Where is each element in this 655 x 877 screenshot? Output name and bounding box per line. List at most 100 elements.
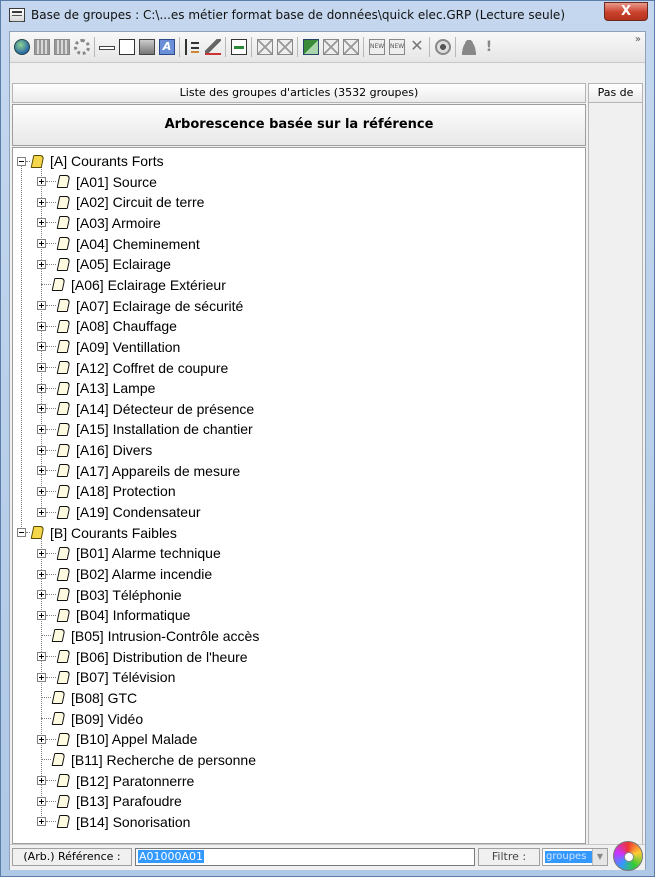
expand-icon[interactable]	[37, 590, 46, 600]
tree-node[interactable]: [B01] Alarme technique	[37, 543, 221, 563]
expand-icon[interactable]	[37, 610, 46, 620]
line-icon[interactable]	[99, 46, 115, 50]
tree-node[interactable]: [A14] Détecteur de présence	[37, 399, 254, 419]
group-edit-icon[interactable]	[54, 39, 70, 55]
tree-node[interactable]: [B03] Téléphonie	[37, 585, 182, 605]
side-column-header[interactable]: Pas de	[588, 83, 643, 103]
import-alt-icon[interactable]	[277, 39, 293, 55]
expand-icon[interactable]	[37, 466, 46, 476]
tree-node[interactable]: [B02] Alarme incendie	[37, 564, 212, 584]
tree-node[interactable]: [B06] Distribution de l'heure	[37, 647, 248, 667]
tree-node-label: [A15] Installation de chantier	[76, 421, 253, 438]
new-alt-icon[interactable]: NEW	[389, 39, 405, 55]
expand-icon[interactable]	[37, 672, 46, 682]
tree-node[interactable]: [B14] Sonorisation	[37, 812, 190, 832]
folder-open-icon	[30, 526, 45, 540]
tree-node[interactable]: [B10] Appel Malade	[37, 729, 197, 749]
edit-icon[interactable]	[205, 39, 221, 55]
tree-node[interactable]: [A16] Divers	[37, 440, 152, 460]
tree-node[interactable]: [B05] Intrusion-Contrôle accès	[37, 626, 259, 646]
expand-icon[interactable]	[37, 363, 46, 372]
tree-node[interactable]: [B13] Parafoudre	[37, 791, 182, 811]
warning-icon[interactable]: !	[481, 39, 497, 55]
globe-icon[interactable]	[14, 39, 30, 55]
expand-icon[interactable]	[37, 817, 46, 827]
disabled-alt-icon[interactable]	[343, 39, 359, 55]
tree-root-guide-line	[21, 165, 22, 533]
expand-icon[interactable]	[37, 239, 46, 249]
person-icon[interactable]	[461, 39, 477, 55]
tree-parent-node[interactable]: [A] Courants Forts	[17, 151, 164, 171]
title-bar[interactable]: Base de groupes : C:\...es métier format…	[1, 1, 654, 29]
tree-node[interactable]: [A03] Armoire	[37, 213, 161, 233]
list-header[interactable]: Liste des groupes d'articles (3532 group…	[12, 83, 586, 103]
tree-node[interactable]: [A04] Cheminement	[37, 234, 200, 254]
expand-icon[interactable]	[37, 776, 46, 785]
chevron-down-icon[interactable]: ▼	[592, 849, 607, 865]
expand-icon[interactable]	[37, 569, 46, 579]
tree-node[interactable]: [B08] GTC	[37, 688, 137, 708]
reference-input[interactable]: A01000A01	[135, 848, 475, 866]
tree-node[interactable]: [A18] Protection	[37, 481, 176, 501]
tree-node[interactable]: [B12] Paratonnerre	[37, 771, 194, 791]
expand-icon[interactable]	[37, 321, 46, 331]
format-icon[interactable]: A	[159, 39, 175, 55]
expand-icon[interactable]	[37, 301, 46, 311]
filter-select[interactable]: groupes ▼	[542, 848, 608, 866]
expand-icon[interactable]	[37, 404, 46, 414]
expand-icon[interactable]	[37, 197, 46, 207]
expand-icon[interactable]	[37, 259, 46, 269]
expand-icon[interactable]	[37, 652, 46, 662]
tree-parent-node[interactable]: [B] Courants Faibles	[17, 523, 177, 543]
tree-node[interactable]: [A06] Eclairage Extérieur	[37, 275, 226, 295]
expand-icon[interactable]	[37, 177, 46, 187]
tree-node[interactable]: [B04] Informatique	[37, 605, 190, 625]
box-dark-icon[interactable]	[139, 39, 155, 55]
expand-icon[interactable]	[37, 507, 46, 517]
tree-node[interactable]: [A17] Appareils de mesure	[37, 461, 240, 481]
tree-node[interactable]: [A05] Eclairage	[37, 254, 171, 274]
gear-icon[interactable]	[74, 39, 90, 55]
tree-node[interactable]: [A07] Eclairage de sécurité	[37, 296, 243, 316]
tree-icon[interactable]	[185, 39, 201, 55]
delete-icon[interactable]: ✕	[409, 38, 425, 55]
expand-icon[interactable]	[37, 342, 46, 352]
tree-node[interactable]: [B09] Vidéo	[37, 709, 143, 729]
tree-node-label: [A] Courants Forts	[50, 153, 164, 169]
close-button[interactable]: X	[604, 2, 648, 21]
cd-icon[interactable]	[613, 841, 643, 871]
view-icon[interactable]	[435, 39, 451, 55]
tree-node[interactable]: [A15] Installation de chantier	[37, 419, 253, 439]
tree-node[interactable]: [B11] Recherche de personne	[37, 750, 256, 770]
expand-icon[interactable]	[37, 548, 46, 558]
group-tree[interactable]: [A] Courants Forts [A01] Source [A02] Circ…	[12, 147, 586, 844]
expand-icon[interactable]	[37, 734, 46, 744]
collapse-icon[interactable]	[17, 528, 26, 538]
export-excel-icon[interactable]	[231, 39, 247, 55]
tree-connector	[41, 697, 51, 699]
collapse-icon[interactable]	[17, 156, 26, 166]
expand-icon[interactable]	[37, 796, 46, 806]
group-icon[interactable]	[34, 39, 50, 55]
tree-node[interactable]: [A12] Coffret de coupure	[37, 358, 228, 378]
excel-icon[interactable]	[303, 39, 319, 55]
tree-node[interactable]: [A13] Lampe	[37, 378, 155, 398]
tree-node-label: [B05] Intrusion-Contrôle accès	[71, 627, 260, 644]
expand-icon[interactable]	[37, 424, 46, 434]
disabled-icon[interactable]	[323, 39, 339, 55]
toolbar-overflow-icon[interactable]: »	[635, 34, 641, 45]
tree-node[interactable]: [A02] Circuit de terre	[37, 192, 204, 212]
tree-node[interactable]: [B07] Télévision	[37, 667, 175, 687]
new-icon[interactable]: NEW	[369, 39, 385, 55]
expand-icon[interactable]	[37, 383, 46, 393]
tree-node[interactable]: [A08] Chauffage	[37, 316, 177, 336]
tree-node[interactable]: [A09] Ventillation	[37, 337, 180, 357]
tree-node[interactable]: [A19] Condensateur	[37, 502, 201, 522]
toolbar-separator	[455, 37, 456, 57]
expand-icon[interactable]	[37, 445, 46, 455]
box-icon[interactable]	[119, 39, 135, 55]
expand-icon[interactable]	[37, 218, 46, 228]
import-icon[interactable]	[257, 39, 273, 55]
tree-node[interactable]: [A01] Source	[37, 172, 157, 192]
expand-icon[interactable]	[37, 486, 46, 496]
